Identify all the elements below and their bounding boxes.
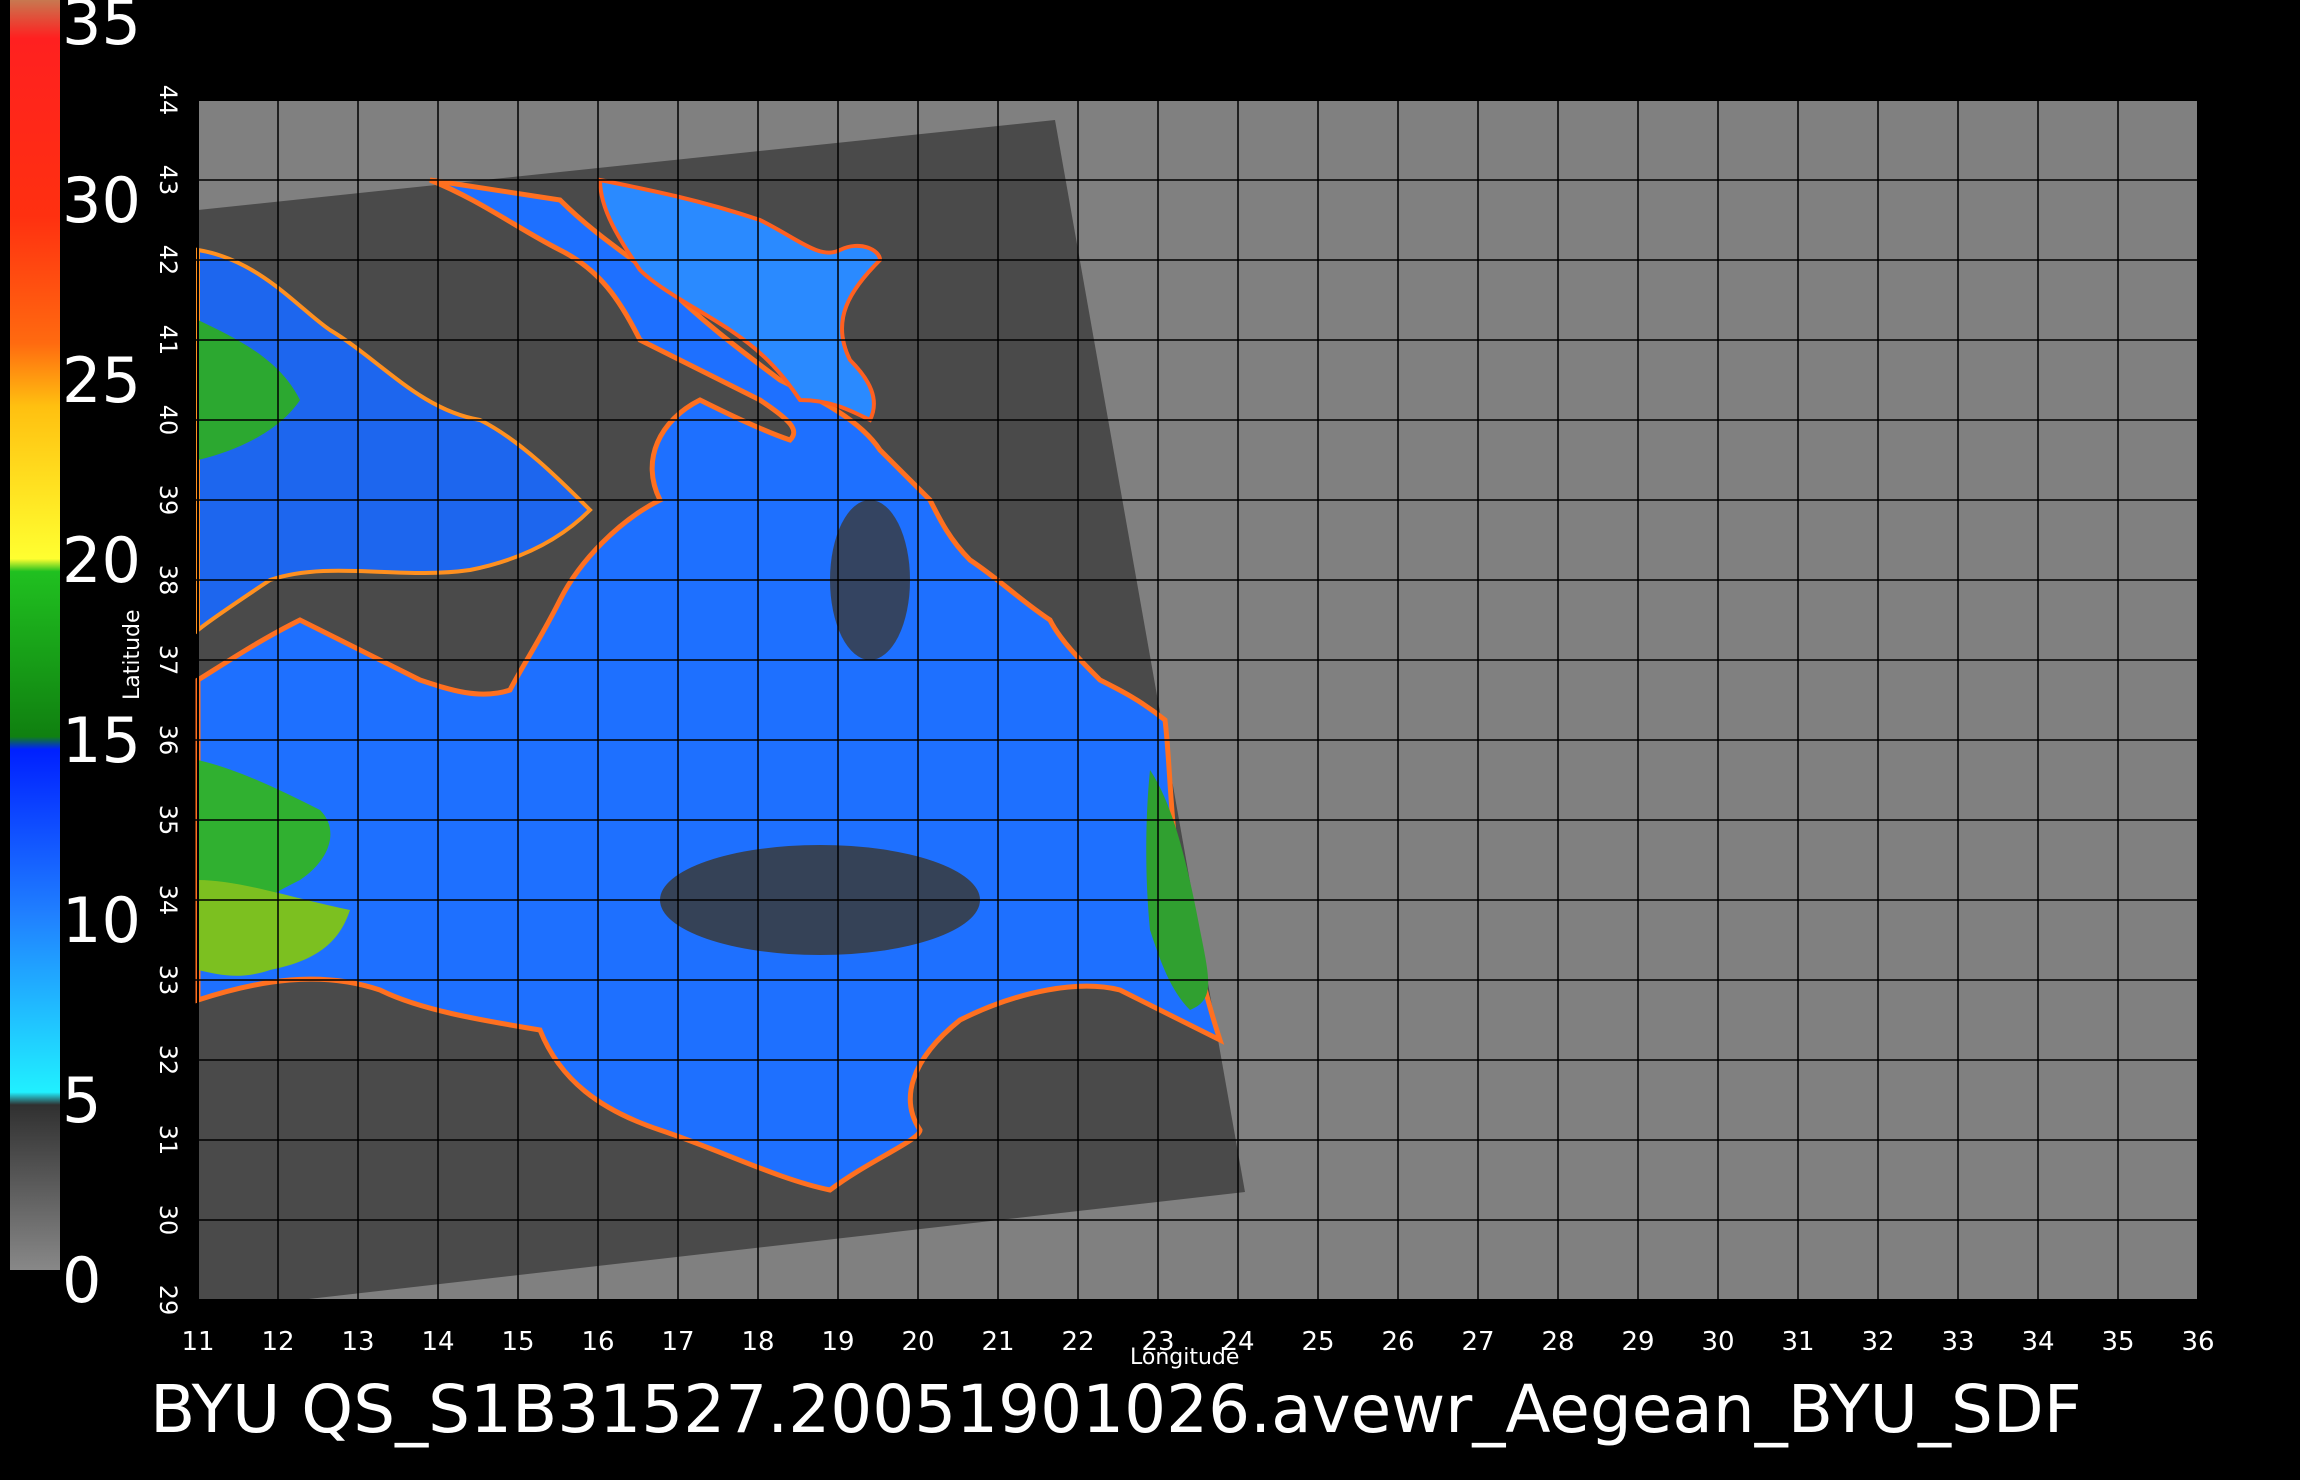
lon-tick-label: 36: [2181, 1327, 2214, 1357]
lon-tick-label: 20: [901, 1327, 934, 1357]
lon-tick-label: 27: [1461, 1327, 1494, 1357]
lon-tick-label: 34: [2021, 1327, 2054, 1357]
lat-tick-label: 34: [154, 885, 182, 916]
lon-tick-label: 15: [501, 1327, 534, 1357]
lon-tick-label: 21: [981, 1327, 1014, 1357]
lat-tick-label: 35: [154, 805, 182, 836]
lon-tick-label: 35: [2101, 1327, 2134, 1357]
lat-tick-label: 36: [154, 725, 182, 756]
lat-tick-label: 32: [154, 1045, 182, 1076]
lon-tick-label: 13: [341, 1327, 374, 1357]
lon-tick-label: 28: [1541, 1327, 1574, 1357]
lon-tick-label: 32: [1861, 1327, 1894, 1357]
image-title: BYU QS_S1B31527.20051901026.avewr_Aegean…: [150, 1371, 2082, 1448]
lon-tick-label: 11: [181, 1327, 214, 1357]
wind-map: 11 12 13 14 15 16 17 18 19 20 21 22 23 24 25 26 27 28 29 30…: [154, 70, 2228, 1357]
lat-tick-label: 29: [154, 1285, 182, 1316]
latitude-tick-labels: 29 30 31 32 33 34 35 36 37 38 39 40 41 42 43 44: [154, 85, 182, 1316]
lon-tick-label: 25: [1301, 1327, 1334, 1357]
lon-tick-label: 22: [1061, 1327, 1094, 1357]
lon-tick-label: 30: [1701, 1327, 1734, 1357]
lat-tick-label: 37: [154, 645, 182, 676]
lat-tick-label: 31: [154, 1125, 182, 1156]
x-axis-title: Longitude: [1130, 1345, 1240, 1370]
lat-tick-label: 38: [154, 565, 182, 596]
lon-tick-label: 14: [421, 1327, 454, 1357]
lat-tick-label: 43: [154, 165, 182, 196]
y-axis-title: Latitude: [120, 609, 145, 700]
lat-tick-label: 30: [154, 1205, 182, 1236]
lon-tick-label: 19: [821, 1327, 854, 1357]
lat-tick-label: 44: [154, 85, 182, 116]
lon-tick-label: 17: [661, 1327, 694, 1357]
lon-tick-label: 33: [1941, 1327, 1974, 1357]
lon-tick-label: 16: [581, 1327, 614, 1357]
lat-tick-label: 42: [154, 245, 182, 276]
lat-tick-label: 41: [154, 325, 182, 356]
lon-tick-label: 18: [741, 1327, 774, 1357]
lon-tick-label: 12: [261, 1327, 294, 1357]
lon-tick-label: 29: [1621, 1327, 1654, 1357]
lon-tick-label: 31: [1781, 1327, 1814, 1357]
lat-tick-label: 33: [154, 965, 182, 996]
lat-tick-label: 39: [154, 485, 182, 516]
lon-tick-label: 26: [1381, 1327, 1414, 1357]
lat-tick-label: 40: [154, 405, 182, 436]
